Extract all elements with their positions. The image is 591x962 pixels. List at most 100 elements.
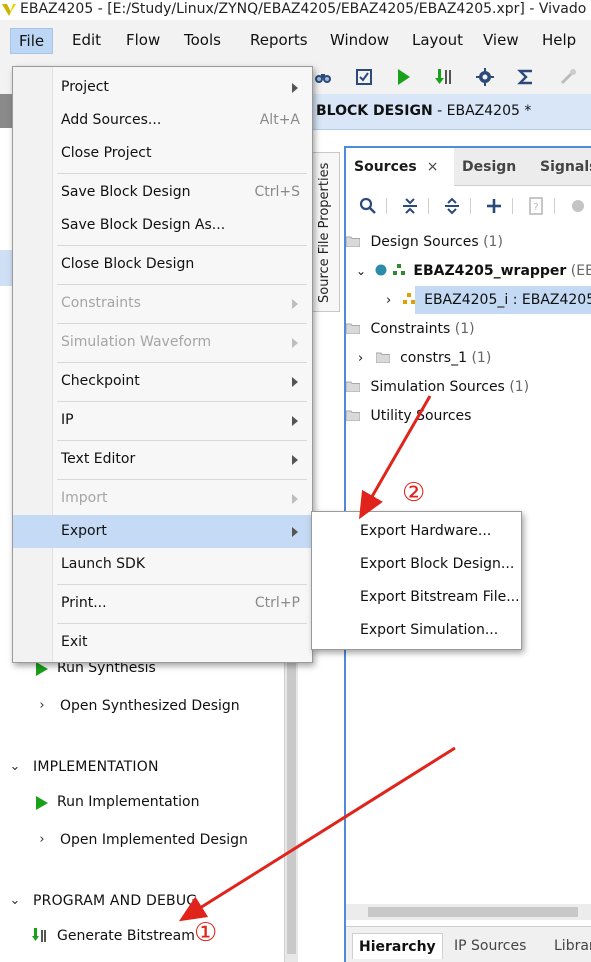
- menu-item-export[interactable]: Export: [13, 515, 312, 548]
- menu-item-label: Export Hardware...: [360, 523, 492, 539]
- menu-item-save-block-design-as[interactable]: Save Block Design As...: [13, 209, 312, 242]
- sigma-icon[interactable]: [515, 66, 537, 88]
- chevron-right-icon[interactable]: ›: [35, 699, 49, 713]
- annotation-step-2: ②: [402, 478, 426, 508]
- menu-item-add-sources[interactable]: Add Sources... Alt+A: [13, 104, 312, 137]
- toolbar-divider: [386, 198, 387, 214]
- tree-row-design-sources[interactable]: Design Sources (1): [345, 230, 503, 254]
- folder-icon: [345, 236, 361, 248]
- tree-row-constrs[interactable]: › constrs_1 (1): [358, 346, 491, 370]
- menu-view[interactable]: View: [475, 28, 527, 54]
- menu-item-label: Import: [61, 490, 108, 506]
- tree-label: Constraints: [370, 321, 451, 337]
- tree-suffix: (EBAZ: [570, 263, 591, 279]
- sources-horizontal-scrollbar[interactable]: [346, 904, 591, 920]
- tree-row-simulation-sources[interactable]: Simulation Sources (1): [345, 375, 529, 399]
- tree-row-utility-sources[interactable]: Utility Sources: [345, 404, 471, 428]
- window-title: EBAZ4205 - [E:/Study/Linux/ZYNQ/EBAZ4205…: [20, 1, 587, 17]
- chevron-right-icon[interactable]: ›: [35, 833, 49, 847]
- chevron-right-icon[interactable]: ›: [386, 293, 391, 308]
- file-menu-dropdown: Project Add Sources... Alt+A Close Proje…: [12, 66, 313, 663]
- scrollbar-thumb[interactable]: [287, 654, 296, 954]
- generate-bitstream-link[interactable]: Generate Bitstream: [57, 928, 195, 944]
- tree-count: (1): [471, 350, 492, 366]
- chevron-down-icon[interactable]: ⌄: [8, 760, 22, 774]
- chevron-down-icon[interactable]: ⌄: [356, 264, 366, 278]
- chevron-right-icon[interactable]: ›: [358, 351, 363, 366]
- run-synthesis-icon: [36, 662, 48, 676]
- menu-item-close-project[interactable]: Close Project: [13, 137, 312, 170]
- source-file-properties-tab[interactable]: Source File Properties: [312, 152, 340, 312]
- chevron-down-icon[interactable]: ⌄: [8, 894, 22, 908]
- menu-bar: File Edit Flow Tools Reports Window Layo…: [0, 20, 591, 60]
- menu-file[interactable]: File: [10, 28, 54, 54]
- tree-row-wrapper[interactable]: ⌄ EBAZ4205_wrapper (EBAZ: [356, 259, 591, 283]
- tree-label: Design Sources: [370, 234, 479, 250]
- menu-separator: [57, 584, 307, 585]
- gear-icon[interactable]: [474, 66, 496, 88]
- implementation-heading: IMPLEMENTATION: [33, 759, 159, 775]
- add-icon[interactable]: [484, 196, 504, 216]
- tab-signals[interactable]: Signals: [532, 148, 591, 186]
- block-design-icon: [402, 293, 415, 304]
- submenu-arrow-icon: [292, 377, 298, 387]
- menu-item-project[interactable]: Project: [13, 71, 312, 104]
- menu-item-export-bitstream-file[interactable]: Export Bitstream File...: [312, 581, 521, 614]
- open-synthesized-design-link[interactable]: Open Synthesized Design: [60, 698, 240, 714]
- menu-flow[interactable]: Flow: [118, 28, 168, 54]
- menu-tools[interactable]: Tools: [176, 28, 229, 54]
- run-icon[interactable]: [393, 66, 415, 88]
- tree-label: constrs_1: [400, 350, 467, 366]
- tree-row-bd-instance[interactable]: › EBAZ4205_i : EBAZ4205 (: [386, 288, 591, 312]
- menu-item-export-hardware[interactable]: Export Hardware...: [312, 515, 521, 548]
- tab-libraries[interactable]: Librar: [548, 933, 591, 959]
- menu-separator: [57, 173, 307, 174]
- search-icon[interactable]: [358, 196, 378, 216]
- menu-separator: [57, 362, 307, 363]
- menu-item-ip[interactable]: IP: [13, 404, 312, 437]
- menu-item-exit[interactable]: Exit: [13, 626, 312, 659]
- menu-item-launch-sdk[interactable]: Launch SDK: [13, 548, 312, 581]
- close-icon[interactable]: ×: [427, 159, 439, 175]
- binoculars-icon[interactable]: [312, 66, 334, 88]
- menu-item-label: Simulation Waveform: [61, 334, 212, 350]
- annotation-step-1: ①: [194, 918, 218, 948]
- tab-ip-sources[interactable]: IP Sources: [448, 933, 532, 959]
- menu-item-text-editor[interactable]: Text Editor: [13, 443, 312, 476]
- menu-item-export-block-design[interactable]: Export Block Design...: [312, 548, 521, 581]
- menu-item-label: Launch SDK: [61, 556, 145, 572]
- menu-item-export-simulation[interactable]: Export Simulation...: [312, 614, 521, 647]
- menu-item-close-block-design[interactable]: Close Block Design: [13, 248, 312, 281]
- tab-design[interactable]: Design: [454, 148, 524, 186]
- generate-bitstream-icon: [32, 928, 46, 942]
- open-implemented-design-link[interactable]: Open Implemented Design: [60, 832, 248, 848]
- status-dot-icon: [375, 264, 387, 276]
- menu-item-label: Close Project: [61, 145, 152, 161]
- flow-navigator-selected-strip: [0, 250, 12, 286]
- menu-item-checkpoint[interactable]: Checkpoint: [13, 365, 312, 398]
- checkbox-icon[interactable]: [353, 66, 375, 88]
- tree-label: EBAZ4205_i : EBAZ4205 (: [424, 292, 591, 308]
- tree-row-constraints[interactable]: Constraints (1): [345, 317, 475, 341]
- window-title-bar: EBAZ4205 - [E:/Study/Linux/ZYNQ/EBAZ4205…: [0, 0, 591, 20]
- folder-icon: [345, 410, 361, 422]
- download-bitstream-icon[interactable]: [433, 66, 455, 88]
- expand-all-icon[interactable]: [442, 196, 462, 216]
- menu-reports[interactable]: Reports: [242, 28, 316, 54]
- menu-item-label: Export Block Design...: [360, 556, 515, 572]
- menu-item-shortcut: Alt+A: [259, 112, 300, 128]
- tab-hierarchy[interactable]: Hierarchy: [352, 933, 443, 959]
- submenu-arrow-icon: [292, 416, 298, 426]
- run-implementation-link[interactable]: Run Implementation: [57, 794, 199, 810]
- collapse-all-icon[interactable]: [400, 196, 420, 216]
- menu-window[interactable]: Window: [322, 28, 397, 54]
- menu-item-print[interactable]: Print... Ctrl+P: [13, 587, 312, 620]
- menu-layout[interactable]: Layout: [404, 28, 471, 54]
- menu-edit[interactable]: Edit: [64, 28, 109, 54]
- menu-help[interactable]: Help: [534, 28, 584, 54]
- menu-item-save-block-design[interactable]: Save Block Design Ctrl+S: [13, 176, 312, 209]
- tab-sources[interactable]: Sources ×: [346, 148, 454, 186]
- scrollbar-thumb[interactable]: [368, 907, 578, 917]
- run-implementation-icon: [36, 796, 48, 810]
- menu-item-constraints: Constraints: [13, 287, 312, 320]
